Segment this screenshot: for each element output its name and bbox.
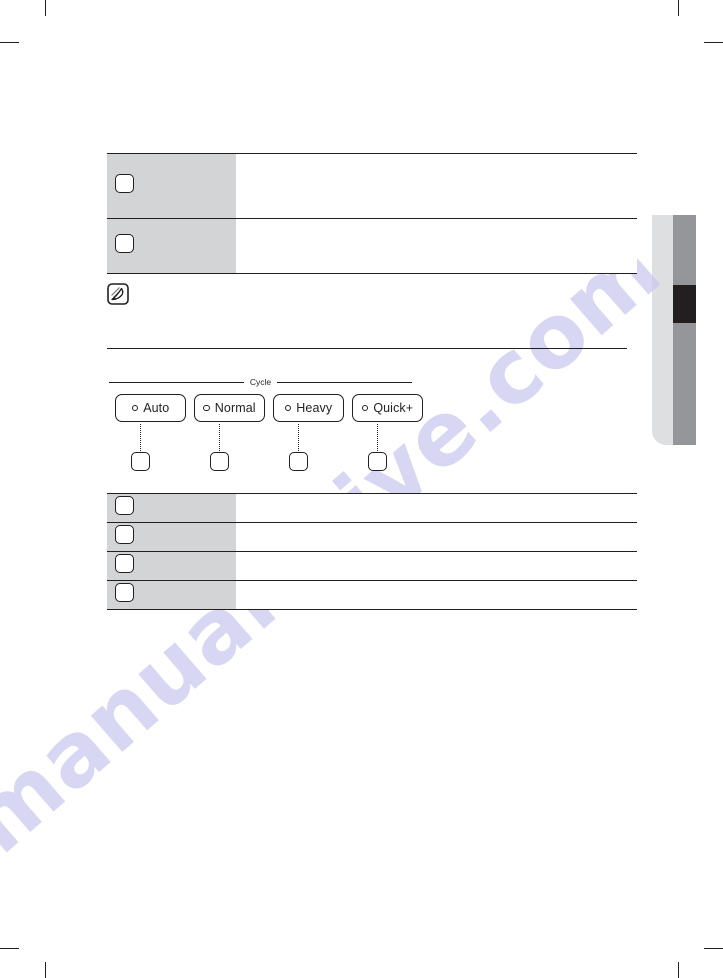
callout-chip-auto — [131, 452, 150, 471]
crop-mark-top-right-horizontal — [704, 42, 723, 43]
indicator-led-icon — [131, 404, 139, 412]
table-cell-callout — [107, 551, 236, 581]
cycle-button-auto[interactable]: Auto — [115, 394, 186, 422]
crop-mark-top-right-vertical — [678, 0, 679, 16]
crop-mark-bottom-right-horizontal — [704, 948, 723, 949]
crop-mark-top-left-horizontal — [0, 42, 19, 43]
table-cell-description — [236, 153, 637, 219]
cycle-button-heavy[interactable]: Heavy — [273, 394, 344, 422]
cycle-button-row: Auto Normal Heavy Quick+ — [107, 394, 423, 424]
table-row — [107, 580, 637, 610]
crop-mark-bottom-left-vertical — [45, 962, 46, 978]
cycle-description-table — [107, 493, 637, 610]
cycle-control-group: Cycle Auto Normal Heavy Quick+ — [107, 375, 423, 485]
watermark-overlay: manualshive.com — [0, 0, 723, 978]
cycle-group-caption: Cycle — [249, 377, 272, 387]
leader-line-heavy — [298, 424, 299, 451]
callout-chip-heavy — [289, 452, 308, 471]
cycle-button-normal[interactable]: Normal — [194, 394, 265, 422]
callout-chip — [115, 525, 134, 544]
table-row — [107, 153, 637, 219]
bracket-line-right — [277, 381, 413, 383]
table-row — [107, 493, 637, 523]
callout-chip — [115, 554, 134, 573]
table-row — [107, 551, 637, 581]
leader-line-auto — [140, 424, 141, 451]
callout-chip-quick-plus — [368, 452, 387, 471]
cycle-button-label: Normal — [214, 401, 256, 415]
callout-chip-normal — [210, 452, 229, 471]
top-feature-table — [107, 153, 637, 274]
crop-mark-bottom-right-vertical — [678, 962, 679, 978]
manual-page: Cycle Auto Normal Heavy Quick+ manualshi… — [0, 0, 723, 978]
table-cell-description — [236, 551, 637, 581]
section-divider-rule — [107, 348, 627, 349]
cycle-button-label: Auto — [143, 401, 170, 415]
leader-line-quick-plus — [377, 424, 378, 451]
indicator-led-icon — [284, 404, 292, 412]
indicator-led-icon — [203, 404, 210, 412]
crop-mark-bottom-left-horizontal — [0, 948, 19, 949]
bracket-line-left — [109, 381, 244, 383]
cycle-button-label: Quick+ — [373, 401, 414, 415]
table-cell-description — [236, 522, 637, 552]
chapter-tab-marker — [652, 215, 712, 445]
table-cell-callout — [107, 218, 236, 274]
table-cell-description — [236, 218, 637, 274]
chapter-tab-bar — [673, 215, 696, 445]
leader-line-normal — [219, 424, 220, 451]
table-row — [107, 522, 637, 552]
callout-chip — [115, 583, 134, 602]
callout-chip — [115, 174, 134, 193]
cycle-button-quick-plus[interactable]: Quick+ — [352, 394, 423, 422]
indicator-led-icon — [361, 404, 369, 412]
callout-chip — [115, 234, 134, 253]
table-row — [107, 218, 637, 274]
callout-chip — [115, 496, 134, 515]
cycle-group-bracket: Cycle — [109, 375, 413, 389]
table-cell-callout — [107, 580, 236, 610]
table-cell-callout — [107, 522, 236, 552]
table-cell-callout — [107, 153, 236, 219]
crop-mark-top-left-vertical — [45, 0, 46, 16]
chapter-tab-current — [673, 285, 696, 323]
cycle-button-label: Heavy — [296, 401, 333, 415]
table-cell-callout — [107, 493, 236, 523]
note-pen-icon — [107, 283, 129, 305]
table-cell-description — [236, 493, 637, 523]
table-cell-description — [236, 580, 637, 610]
